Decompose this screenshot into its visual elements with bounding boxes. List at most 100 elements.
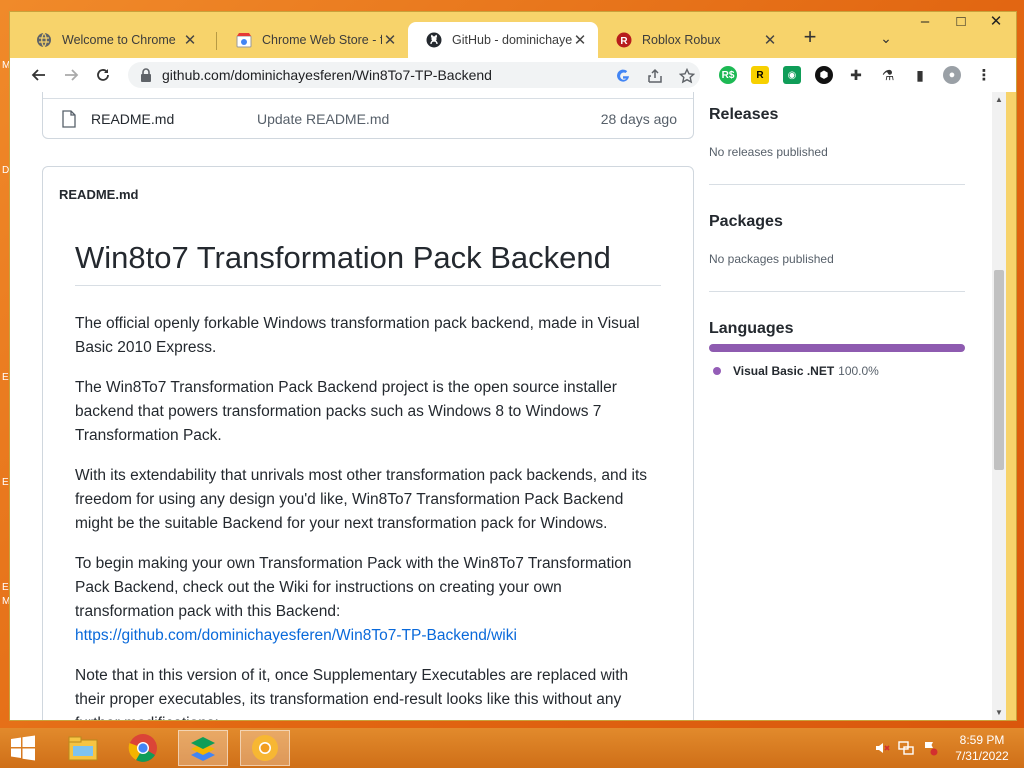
forward-button[interactable] — [58, 62, 84, 88]
readme-paragraph: To begin making your own Transformation … — [75, 552, 661, 648]
extensions-puzzle-icon[interactable]: ✚ — [847, 66, 865, 84]
file-list: README.md Update README.md 28 days ago — [42, 92, 694, 139]
wiki-link[interactable]: https://github.com/dominichayesferen/Win… — [75, 627, 517, 644]
sidebar-divider — [709, 184, 965, 185]
tab-title: Welcome to Chrome — [62, 33, 176, 47]
menu-kebab-icon[interactable]: ⋮ — [975, 66, 993, 84]
readme-paragraph: Note that in this version of it, once Su… — [75, 667, 629, 720]
desktop-edge-letter: E — [2, 582, 9, 593]
tab-close-icon[interactable]: ✕ — [572, 31, 588, 49]
commit-age: 28 days ago — [600, 111, 677, 127]
maximize-button[interactable]: □ — [944, 12, 978, 34]
google-g-icon[interactable] — [614, 67, 632, 85]
clock-time: 8:59 PM — [959, 733, 1005, 747]
action-center-flag-icon[interactable] — [922, 740, 938, 756]
file-row[interactable]: README.md Update README.md 28 days ago — [43, 98, 693, 139]
chrome-canary-icon — [252, 735, 278, 761]
file-icon — [62, 110, 76, 128]
tab-github[interactable]: GitHub - dominichayesf ✕ — [408, 22, 598, 58]
tab-search-button[interactable]: ⌄ — [874, 24, 898, 52]
commit-message[interactable]: Update README.md — [257, 111, 601, 127]
close-window-button[interactable]: ✕ — [978, 12, 1014, 34]
back-arrow-icon — [31, 69, 45, 81]
readme-paragraph: With its extendability that unrivals mos… — [75, 467, 648, 532]
releases-heading[interactable]: Releases — [709, 106, 778, 124]
chrome-globe-icon — [36, 32, 52, 48]
clock-date: 7/31/2022 — [955, 749, 1009, 763]
tab-separator — [216, 32, 217, 50]
start-button[interactable] — [0, 730, 46, 766]
tab-title: Roblox Robux — [642, 33, 721, 47]
back-button[interactable] — [26, 62, 52, 88]
lock-icon — [140, 68, 152, 82]
taskbar: 8:59 PM 7/31/2022 — [0, 728, 1024, 768]
tab-close-icon[interactable]: ✕ — [382, 31, 398, 49]
url-text: github.com/dominichayesferen/Win8To7-TP-… — [162, 67, 492, 83]
tab-strip: Welcome to Chrome ✕ Chrome Web Store - f… — [10, 12, 1016, 58]
language-percent: 100.0% — [838, 364, 879, 378]
labs-flask-icon[interactable]: ⚗ — [879, 66, 897, 84]
webstore-icon — [236, 32, 252, 48]
language-color-dot — [713, 367, 721, 375]
languages-heading: Languages — [709, 320, 794, 337]
packages-text: No packages published — [709, 252, 834, 266]
desktop-edge-letter: D — [2, 165, 10, 176]
bookmark-star-icon[interactable] — [678, 67, 696, 85]
browser-toolbar: github.com/dominichayesferen/Win8To7-TP-… — [10, 58, 1016, 92]
tab-welcome-to-chrome[interactable]: Welcome to Chrome ✕ — [18, 22, 208, 58]
readme-header: README.md — [59, 187, 139, 202]
packages-heading[interactable]: Packages — [709, 213, 783, 231]
tab-roblox-robux[interactable]: R Roblox Robux ✕ — [598, 22, 788, 58]
taskbar-chrome-canary[interactable] — [240, 730, 290, 766]
reload-button[interactable] — [90, 62, 116, 88]
sidebar-divider — [709, 291, 965, 292]
extension-r-icon[interactable]: R — [751, 66, 769, 84]
readme-content: Win8to7 Transformation Pack Backend The … — [75, 237, 661, 720]
chrome-icon — [128, 734, 157, 762]
readme-paragraph: The official openly forkable Windows tra… — [75, 315, 640, 356]
taskbar-bluestacks[interactable] — [178, 730, 228, 766]
scrollbar-thumb[interactable] — [994, 270, 1004, 470]
readme-paragraph-text: To begin making your own Transformation … — [75, 555, 632, 620]
readme-paragraph: The Win8To7 Transformation Pack Backend … — [75, 379, 617, 444]
readme-box: README.md Win8to7 Transformation Pack Ba… — [42, 166, 694, 720]
file-explorer-icon — [68, 736, 98, 761]
scroll-up-icon[interactable]: ▲ — [994, 95, 1004, 104]
releases-text: No releases published — [709, 145, 828, 159]
desktop-edge-letter: E — [2, 372, 9, 383]
extension-green-icon[interactable]: ◉ — [783, 66, 801, 84]
new-tab-button[interactable]: + — [796, 24, 824, 52]
taskbar-file-explorer[interactable] — [58, 730, 108, 766]
tab-title: GitHub - dominichayesf — [452, 33, 572, 47]
language-bar — [709, 344, 965, 352]
network-icon[interactable] — [898, 740, 914, 756]
scroll-down-icon[interactable]: ▼ — [994, 708, 1004, 717]
reload-icon — [97, 69, 109, 81]
file-name[interactable]: README.md — [91, 111, 257, 127]
extension-hexagon-icon[interactable]: ⬢ — [815, 66, 833, 84]
address-bar[interactable]: github.com/dominichayesferen/Win8To7-TP-… — [128, 62, 700, 88]
share-icon[interactable] — [646, 67, 664, 85]
language-item[interactable]: Visual Basic .NET 100.0% — [713, 364, 879, 378]
extension-rb-icon[interactable]: R$ — [719, 66, 737, 84]
taskbar-chrome[interactable] — [118, 730, 168, 766]
desktop-edge-letter: E — [2, 477, 9, 488]
readme-title: Win8to7 Transformation Pack Backend — [75, 237, 661, 286]
page-viewport: README.md Update README.md 28 days ago R… — [10, 92, 1002, 720]
side-panel-icon[interactable]: ▮ — [911, 66, 929, 84]
system-clock[interactable]: 8:59 PM 7/31/2022 — [944, 732, 1020, 764]
tab-close-icon[interactable]: ✕ — [182, 31, 198, 49]
bluestacks-icon — [191, 737, 215, 761]
tab-title: Chrome Web Store - fre — [262, 33, 382, 47]
volume-muted-icon[interactable] — [874, 740, 890, 756]
roblox-icon: R — [616, 32, 632, 48]
tab-chrome-web-store[interactable]: Chrome Web Store - fre ✕ — [218, 22, 408, 58]
svg-text:R: R — [620, 36, 628, 47]
github-icon — [426, 32, 442, 48]
profile-avatar-icon[interactable]: ● — [943, 66, 961, 84]
page-scrollbar[interactable]: ▲ ▼ — [992, 92, 1006, 720]
tab-close-icon[interactable]: ✕ — [762, 31, 778, 49]
language-name: Visual Basic .NET — [733, 364, 835, 378]
start-icon — [11, 735, 35, 761]
minimize-button[interactable]: – — [908, 12, 942, 34]
